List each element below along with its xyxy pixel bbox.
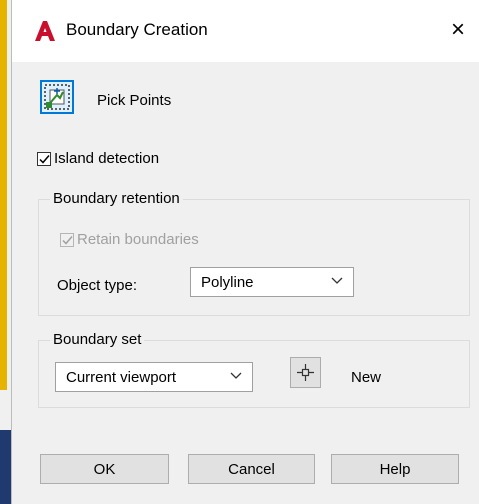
pick-points-button[interactable] [40,80,74,114]
island-detection-label: Island detection [54,150,160,167]
close-button[interactable]: × [440,12,476,48]
checkmark-icon [62,236,73,245]
retain-boundaries-checkbox[interactable] [60,233,74,247]
boundary-set-title: Boundary set [50,331,145,348]
new-label: New [351,369,382,386]
help-button-label: Help [379,460,411,478]
new-boundary-set-button[interactable] [290,357,321,388]
boundary-creation-dialog: Boundary Creation × Pick Points Island d… [11,0,479,504]
island-detection-checkbox[interactable] [37,152,51,166]
pick-points-label: Pick Points [97,92,172,109]
crosshair-icon [297,364,314,381]
ok-button-label: OK [93,460,116,478]
help-button[interactable]: Help [331,454,459,484]
close-icon: × [450,16,465,43]
autocad-logo-icon [33,19,57,43]
object-type-value: Polyline [201,274,254,291]
chevron-down-icon [331,277,343,284]
title-bar: Boundary Creation × [12,0,479,62]
checkmark-icon [39,155,50,164]
object-type-label: Object type: [57,277,138,294]
object-type-select[interactable]: Polyline [190,267,354,297]
dialog-title: Boundary Creation [66,20,208,39]
cancel-button[interactable]: Cancel [188,454,315,484]
ok-button[interactable]: OK [40,454,169,484]
boundary-set-select[interactable]: Current viewport [55,362,253,392]
boundary-retention-title: Boundary retention [50,190,183,207]
background-yellow-strip [0,0,7,390]
cancel-button-label: Cancel [228,460,275,478]
chevron-down-icon [230,372,242,379]
pick-points-icon [44,84,70,110]
boundary-set-value: Current viewport [66,369,177,386]
retain-boundaries-label: Retain boundaries [77,231,199,248]
boundary-retention-group [38,199,470,316]
background-window-edge [0,0,11,504]
background-blue-strip [0,430,11,504]
